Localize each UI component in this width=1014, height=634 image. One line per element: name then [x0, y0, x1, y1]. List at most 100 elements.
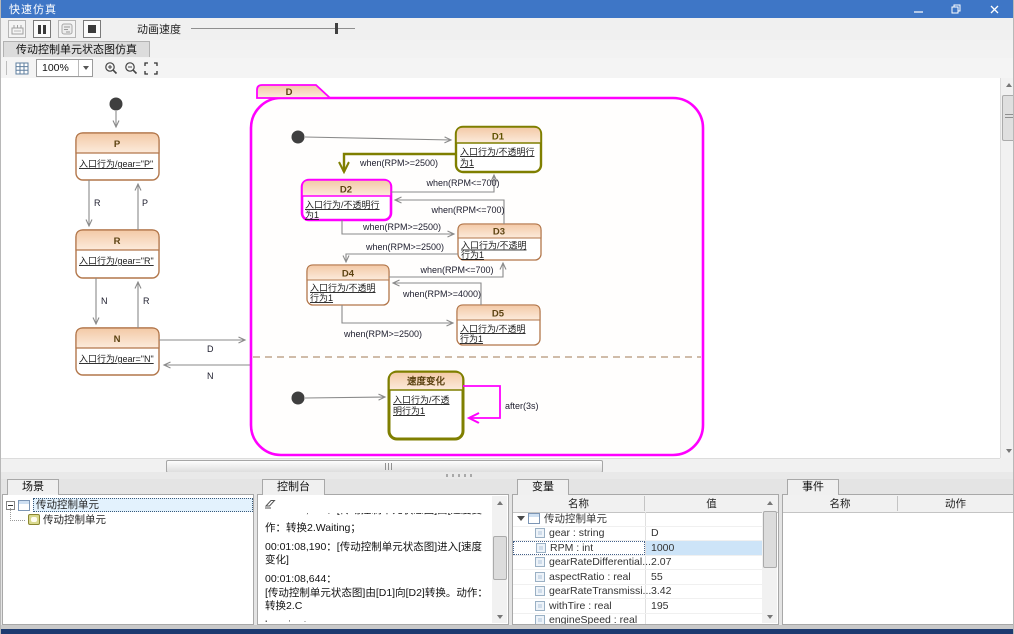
svg-text:R: R [143, 296, 150, 306]
scroll-up-button[interactable] [492, 496, 507, 509]
zoom-dropdown-arrow[interactable] [78, 60, 92, 76]
variable-row[interactable]: gear : string D [513, 527, 762, 542]
column-action[interactable]: 动作 [898, 496, 1013, 511]
state-d2[interactable]: D2 入口行为/不透明行 为1 [302, 180, 391, 220]
diagram-canvas[interactable]: P 入口行为/gear="P" R 入口行为/gear="R" N 入口行为/g… [1, 78, 1014, 472]
svg-text:入口行为/不透明行: 入口行为/不透明行 [305, 199, 380, 210]
console-panel: 控制台 00:01:08,019：[传动控制单元状态图]由[速度变化]向[速度变… [257, 479, 509, 625]
close-button[interactable] [975, 0, 1013, 18]
log-line-clipped: 00:01:08,019：[传动控制单元状态图]由[速度变化]向[速度变化]转换… [265, 513, 490, 517]
horizontal-splitter[interactable] [1, 472, 1013, 479]
scroll-up-button[interactable] [762, 496, 777, 509]
scroll-down-button[interactable] [1001, 444, 1014, 458]
expanded-triangle-icon[interactable] [517, 516, 525, 521]
svg-text:入口行为/gear="N": 入口行为/gear="N" [79, 353, 154, 364]
zoom-out-icon [124, 61, 138, 75]
state-d3[interactable]: D3 入口行为/不透明 行为1 [458, 224, 541, 260]
svg-text:速度变化: 速度变化 [407, 376, 446, 388]
pause-button[interactable] [33, 20, 51, 38]
restore-button[interactable] [937, 0, 975, 18]
zoom-in-button[interactable] [101, 59, 121, 77]
variable-root-row[interactable]: 传动控制单元 [513, 512, 762, 527]
state-d5[interactable]: D5 入口行为/不透明 行为1 [457, 305, 540, 345]
scroll-down-button[interactable] [762, 610, 777, 623]
scene-child-row[interactable]: 传动控制单元 [3, 512, 253, 526]
vscroll-thumb[interactable] [1002, 95, 1014, 141]
scene-tree: 传动控制单元 传动控制单元 [2, 494, 254, 625]
svg-text:N: N [207, 371, 214, 381]
zoom-in-icon [104, 61, 118, 75]
svg-text:入口行为/不透: 入口行为/不透 [393, 394, 450, 405]
console-scrollbar[interactable] [492, 496, 507, 623]
canvas-horizontal-scrollbar[interactable] [1, 458, 1000, 472]
column-value[interactable]: 值 [645, 496, 778, 511]
tab-variables[interactable]: 变量 [517, 479, 569, 495]
variables-scrollbar[interactable] [762, 496, 777, 623]
transition-p-to-r[interactable]: R [89, 180, 101, 226]
transition-d-to-n[interactable]: N [164, 365, 250, 381]
scene-root-label[interactable]: 传动控制单元 [33, 498, 253, 512]
tab-state-diagram-simulation[interactable]: 传动控制单元状态图仿真 [3, 41, 150, 57]
state-n[interactable]: N 入口行为/gear="N" [76, 328, 159, 375]
state-d4[interactable]: D4 入口行为/不透明 行为1 [307, 265, 389, 305]
variable-row[interactable]: gearRateDifferential... 2.07 [513, 556, 762, 571]
console-scroll-thumb[interactable] [493, 536, 507, 580]
state-d1[interactable]: D1 入口行为/不透明行 为1 [456, 127, 541, 172]
svg-text:when(RPM>=2500): when(RPM>=2500) [362, 222, 441, 232]
class-icon [528, 513, 540, 524]
variable-icon [535, 572, 545, 582]
transition-r-to-p[interactable]: P [138, 184, 148, 230]
scroll-down-button[interactable] [492, 610, 507, 623]
svg-text:R: R [114, 236, 121, 247]
toolbar-separator [6, 61, 7, 75]
tab-scene[interactable]: 场景 [7, 479, 59, 495]
zoom-level-select[interactable]: 100% [36, 59, 93, 77]
initial-state-top[interactable] [110, 98, 123, 128]
stop-button[interactable] [83, 20, 101, 38]
column-name[interactable]: 名称 [783, 496, 898, 511]
svg-text:D4: D4 [342, 269, 355, 280]
zoom-out-button[interactable] [121, 59, 141, 77]
variable-row-selected[interactable]: RPM : int 1000 [513, 541, 762, 556]
scene-panel: 场景 传动控制单元 传动控制单元 [2, 479, 254, 625]
variable-row[interactable]: withTire : real 195 [513, 599, 762, 614]
state-r[interactable]: R 入口行为/gear="R" [76, 230, 159, 278]
variables-panel: 变量 名称 值 传动控制单元 gea [512, 479, 779, 625]
variable-row[interactable]: aspectRatio : real 55 [513, 570, 762, 585]
log-line: hanging； [265, 619, 490, 622]
column-name[interactable]: 名称 [513, 496, 645, 511]
scene-root-row[interactable]: 传动控制单元 [3, 498, 253, 512]
console-toolbar [258, 495, 508, 512]
transition-n-to-d[interactable]: D [159, 340, 245, 354]
transition-r-to-n[interactable]: N [96, 278, 108, 324]
svg-text:N: N [114, 334, 121, 345]
svg-text:when(RPM>=2500): when(RPM>=2500) [343, 329, 422, 339]
variable-icon [535, 528, 545, 538]
state-speed-change-active[interactable]: 速度变化 入口行为/不透 明行为1 [389, 372, 463, 439]
run-animation-button[interactable] [8, 20, 26, 38]
fit-view-button[interactable] [141, 59, 161, 77]
slider-handle[interactable] [335, 23, 338, 34]
log-line: 作：转换2.Waiting； [265, 522, 490, 535]
svg-text:D: D [286, 87, 293, 98]
clear-console-icon[interactable] [263, 497, 276, 510]
console-log[interactable]: 00:01:08,019：[传动控制单元状态图]由[速度变化]向[速度变化]转换… [265, 513, 490, 622]
tab-events[interactable]: 事件 [787, 479, 839, 495]
variables-scroll-thumb[interactable] [763, 511, 777, 568]
step-button[interactable] [58, 20, 76, 38]
svg-text:行为1: 行为1 [460, 333, 483, 344]
transition-n-to-r[interactable]: R [138, 282, 150, 328]
minimize-button[interactable] [899, 0, 937, 18]
tab-console[interactable]: 控制台 [262, 479, 325, 495]
variable-row[interactable]: gearRateTransmissi... 3.42 [513, 585, 762, 600]
svg-text:when(RPM<=700): when(RPM<=700) [430, 205, 504, 215]
canvas-vertical-scrollbar[interactable] [1000, 78, 1014, 458]
diagram-zoom-toolbar: 100% [1, 58, 1013, 79]
scroll-up-button[interactable] [1001, 78, 1014, 92]
svg-text:N: N [101, 296, 108, 306]
animation-speed-slider[interactable] [191, 22, 355, 36]
grid-toggle-button[interactable] [12, 59, 32, 77]
svg-text:D1: D1 [492, 132, 505, 143]
state-p[interactable]: P 入口行为/gear="P" [76, 133, 159, 180]
events-table-header: 名称 动作 [783, 495, 1013, 513]
